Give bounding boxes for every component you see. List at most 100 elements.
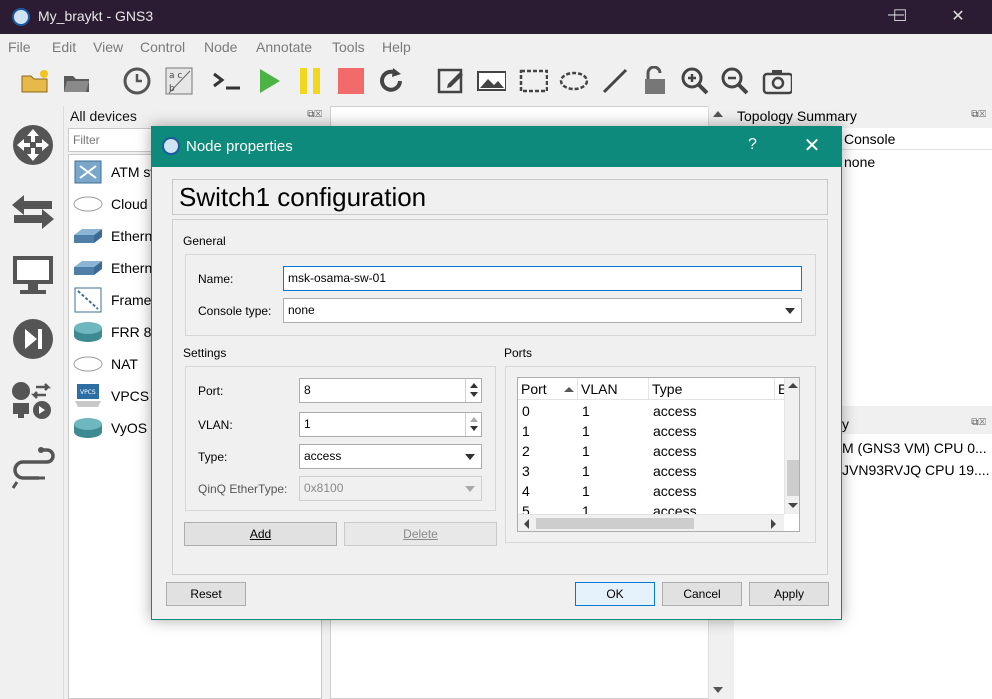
ports-horizontal-scrollbar[interactable] <box>518 514 784 531</box>
dialog-titlebar: Node properties ? ✕ <box>152 127 841 167</box>
screenshot-camera-icon[interactable] <box>762 66 792 96</box>
menu-help[interactable]: Help <box>382 39 411 55</box>
suspend-all-icon[interactable] <box>296 66 326 96</box>
chevron-down-icon <box>785 308 795 314</box>
zoom-out-icon[interactable] <box>720 66 750 96</box>
dock-float-close-icons[interactable]: ⧉☒ <box>307 109 322 120</box>
devices-dock-title: All devices <box>70 108 137 124</box>
vlan-stepper[interactable] <box>465 413 481 436</box>
show-interface-labels-icon[interactable]: a cb <box>164 66 194 96</box>
draw-ellipse-icon[interactable] <box>558 66 588 96</box>
type-select[interactable]: access <box>299 444 482 469</box>
menu-control[interactable]: Control <box>140 39 185 55</box>
stepper-down-icon <box>470 426 478 431</box>
console-all-icon[interactable] <box>210 66 240 96</box>
qinq-ethertype-select[interactable]: 0x8100 <box>299 476 482 501</box>
menu-file[interactable]: File <box>8 39 31 55</box>
scrollbar-thumb[interactable] <box>787 460 799 496</box>
dialog-title: Node properties <box>186 138 293 155</box>
routers-category-icon[interactable] <box>10 122 56 168</box>
lock-unlock-icon[interactable] <box>640 66 670 96</box>
sort-asc-icon <box>564 387 574 392</box>
stepper-up-icon <box>470 383 478 388</box>
port-stepper[interactable] <box>465 379 481 402</box>
dock-float-close-icons[interactable]: ⧉☒ <box>971 109 986 120</box>
console-type-value: none <box>288 303 315 317</box>
server-row[interactable]: JVN93RVJQ CPU 19.... <box>842 462 990 478</box>
reload-all-icon[interactable] <box>376 66 406 96</box>
ports-group-label: Ports <box>504 346 533 360</box>
menu-edit[interactable]: Edit <box>52 39 76 55</box>
atm-switch-icon <box>71 159 105 185</box>
switches-category-icon[interactable] <box>10 188 56 234</box>
delete-port-button[interactable]: Delete <box>344 522 497 546</box>
main-toolbar: a cb <box>0 58 992 104</box>
type-value: access <box>304 449 342 463</box>
add-note-icon[interactable] <box>436 66 466 96</box>
ok-button[interactable]: OK <box>575 582 655 606</box>
reset-button[interactable]: Reset <box>166 582 246 606</box>
security-devices-category-icon[interactable] <box>10 316 56 362</box>
topology-summary-title: Topology Summary <box>737 108 857 124</box>
window-title: My_braykt - GNS3 <box>38 8 154 24</box>
insert-picture-icon[interactable] <box>476 66 506 96</box>
add-port-button[interactable]: Add <box>184 522 337 546</box>
vlan-column-header[interactable]: VLAN <box>578 378 649 400</box>
new-project-icon[interactable] <box>20 66 50 96</box>
open-project-icon[interactable] <box>62 66 92 96</box>
qinq-ethertype-value: 0x8100 <box>304 481 344 495</box>
all-devices-category-icon[interactable] <box>10 378 56 424</box>
general-group-label: General <box>183 234 226 248</box>
server-row[interactable]: M (GNS3 VM) CPU 0... <box>842 440 987 456</box>
cancel-button[interactable]: Cancel <box>662 582 742 606</box>
name-input[interactable]: msk-osama-sw-01 <box>283 266 802 291</box>
scroll-up-icon[interactable] <box>788 382 798 389</box>
console-value: none <box>844 154 876 170</box>
type-column-header[interactable]: Type <box>649 378 775 400</box>
ports-vertical-scrollbar[interactable] <box>784 378 799 514</box>
ports-table[interactable]: Port VLAN Type E 0 1 access 1 1 access 2 1 acc… <box>517 377 800 532</box>
svg-text:VPCS: VPCS <box>80 389 96 396</box>
port-spinbox[interactable]: 8 <box>299 378 482 403</box>
scroll-down-icon[interactable] <box>788 502 798 509</box>
stop-all-icon[interactable] <box>336 66 366 96</box>
end-devices-category-icon[interactable] <box>10 252 56 298</box>
help-button[interactable]: ? <box>748 136 757 154</box>
menu-node[interactable]: Node <box>204 39 237 55</box>
vlan-value: 1 <box>304 417 311 431</box>
console-type-select[interactable]: none <box>283 298 802 323</box>
snapshot-clock-icon[interactable] <box>122 66 152 96</box>
menu-view[interactable]: View <box>93 39 123 55</box>
menu-bar: File Edit View Control Node Annotate Too… <box>0 34 992 58</box>
frame-relay-icon <box>71 287 105 313</box>
stepper-down-icon <box>470 392 478 397</box>
ethernet-switch-icon <box>71 255 105 281</box>
apply-button[interactable]: Apply <box>749 582 829 606</box>
window-titlebar: My_braykt - GNS3 — ☐ ✕ <box>0 0 992 34</box>
draw-rectangle-icon[interactable] <box>518 66 548 96</box>
start-all-icon[interactable] <box>254 66 284 96</box>
servers-summary-title: y <box>842 416 849 432</box>
node-properties-dialog: Node properties ? ✕ Switch1 configuratio… <box>151 126 842 620</box>
close-window-icon[interactable]: ✕ <box>946 6 970 26</box>
gns3-app-icon <box>12 8 30 26</box>
close-dialog-icon[interactable]: ✕ <box>800 133 824 158</box>
cloud-icon <box>71 191 105 217</box>
scrollbar-thumb[interactable] <box>536 518 694 529</box>
add-link-icon[interactable] <box>10 444 56 490</box>
menu-annotate[interactable]: Annotate <box>256 39 312 55</box>
dock-float-close-icons[interactable]: ⧉☒ <box>971 417 986 428</box>
qinq-ethertype-label: QinQ EtherType: <box>198 482 288 496</box>
menu-tools[interactable]: Tools <box>332 39 365 55</box>
port-value: 8 <box>304 383 311 397</box>
vlan-spinbox[interactable]: 1 <box>299 412 482 437</box>
scroll-left-icon[interactable] <box>523 519 530 529</box>
chevron-down-icon <box>465 454 475 460</box>
scroll-right-icon[interactable] <box>770 519 777 529</box>
draw-line-icon[interactable] <box>600 66 630 96</box>
zoom-in-icon[interactable] <box>680 66 710 96</box>
router-icon <box>71 319 105 345</box>
config-title: Switch1 configuration <box>172 179 828 215</box>
port-column-header[interactable]: Port <box>518 378 578 400</box>
maximize-icon[interactable]: ☐ <box>888 6 912 26</box>
